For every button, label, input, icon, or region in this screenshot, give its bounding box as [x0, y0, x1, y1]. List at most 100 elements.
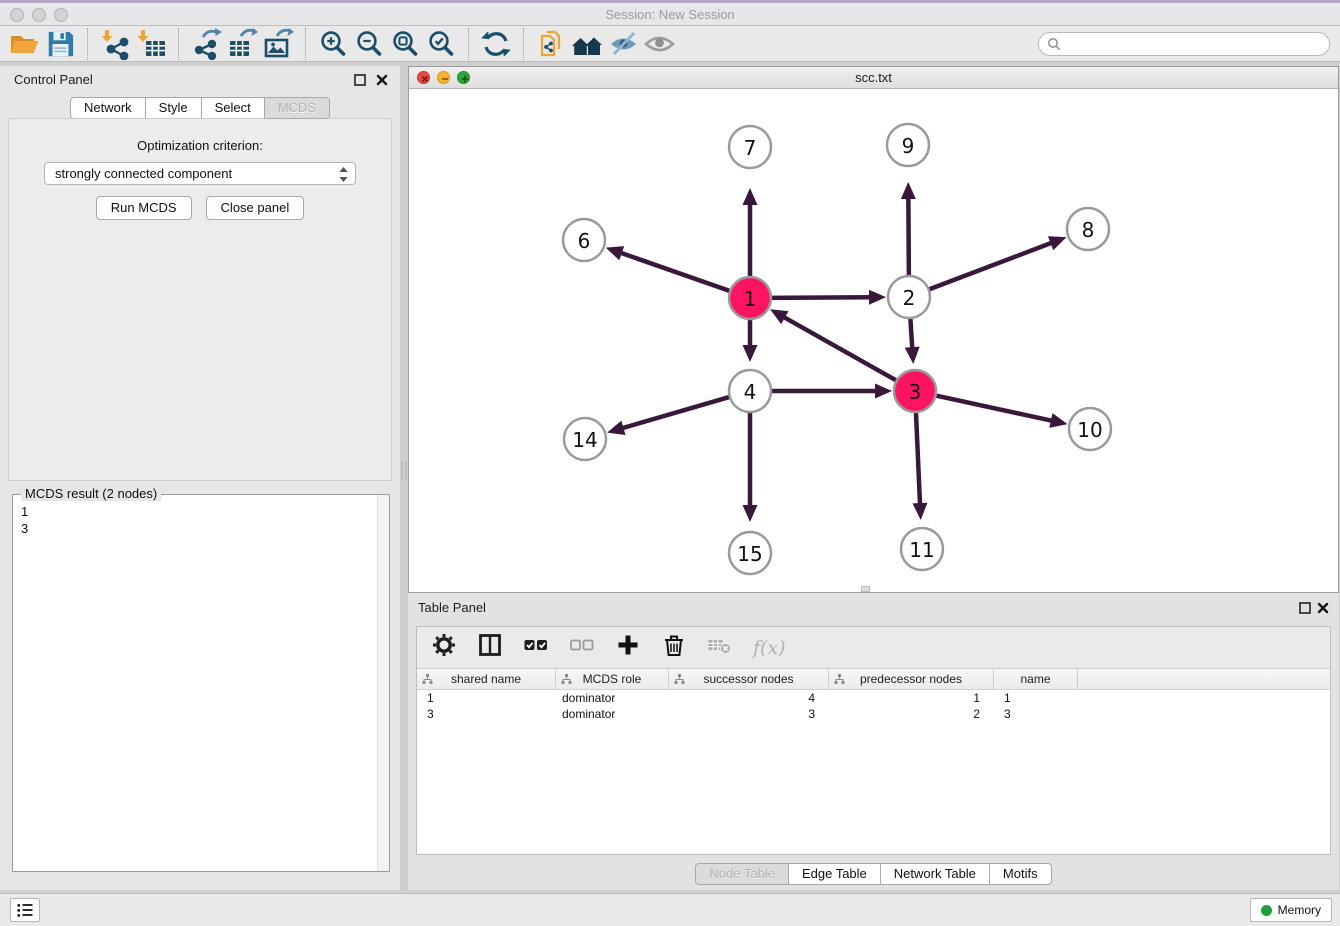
graph-node-label: 11	[909, 538, 934, 562]
column-header-predecessor-nodes[interactable]: predecessor nodes	[829, 669, 994, 689]
zoom-selected-icon[interactable]	[423, 28, 459, 60]
task-history-button[interactable]	[10, 898, 40, 922]
float-table-panel-icon[interactable]	[1299, 601, 1311, 613]
float-panel-icon[interactable]	[354, 73, 366, 85]
hide-selected-icon[interactable]	[605, 28, 641, 60]
add-row-icon[interactable]	[615, 632, 641, 663]
refresh-icon[interactable]	[478, 28, 514, 60]
tab-node-table[interactable]: Node Table	[695, 863, 789, 885]
graph-node-label: 4	[744, 380, 757, 404]
tab-style[interactable]: Style	[145, 97, 202, 119]
cell-name[interactable]: 3	[994, 706, 1078, 722]
export-network-icon[interactable]	[188, 28, 224, 60]
cell-predecessor-nodes[interactable]: 2	[829, 706, 994, 722]
graph-edge[interactable]	[621, 396, 731, 428]
column-header-mcds-role[interactable]: MCDS role	[556, 669, 669, 689]
network-canvas[interactable]: 1234678910111415	[409, 90, 1338, 592]
graph-edge[interactable]	[934, 395, 1053, 421]
show-all-icon[interactable]	[641, 28, 677, 60]
graph-edge[interactable]	[916, 410, 920, 505]
cell-shared-name[interactable]: 3	[417, 706, 556, 722]
cell-successor-nodes[interactable]: 4	[669, 690, 829, 706]
column-type-icon	[422, 674, 433, 688]
close-table-panel-icon[interactable]	[1317, 601, 1329, 613]
os-titlebar: Session: New Session	[0, 0, 1340, 26]
run-mcds-button[interactable]: Run MCDS	[96, 196, 192, 220]
status-bar: Memory	[0, 893, 1340, 926]
memory-button[interactable]: Memory	[1250, 898, 1332, 922]
optimization-criterion-value: strongly connected component	[55, 166, 232, 181]
select-all-icon[interactable]	[523, 632, 549, 663]
result-scrollbar[interactable]	[377, 495, 389, 871]
column-header-name[interactable]: name	[994, 669, 1078, 689]
network-view-window: scc.txt 1234678910111415	[408, 66, 1339, 593]
column-type-icon	[561, 674, 572, 688]
optimization-criterion-select[interactable]: strongly connected component	[44, 162, 356, 185]
table-row[interactable]: 1 dominator 4 1 1	[417, 690, 1330, 706]
tab-network-table[interactable]: Network Table	[880, 863, 990, 885]
close-panel-icon[interactable]	[376, 73, 388, 85]
network-window-titlebar[interactable]: scc.txt	[409, 67, 1338, 89]
graph-edge-arrowhead	[607, 421, 625, 435]
import-network-icon[interactable]	[97, 28, 133, 60]
graph-edge-arrowhead	[875, 384, 892, 399]
tab-select[interactable]: Select	[201, 97, 265, 119]
graph-node-label: 3	[909, 380, 922, 404]
tab-mcds[interactable]: MCDS	[264, 97, 330, 119]
app-window: Session: New Session	[0, 0, 1340, 926]
cell-successor-nodes[interactable]: 3	[669, 706, 829, 722]
cell-name[interactable]: 1	[994, 690, 1078, 706]
graph[interactable]: 1234678910111415	[409, 90, 1338, 593]
tab-network[interactable]: Network	[70, 97, 146, 119]
delete-row-icon[interactable]	[661, 632, 687, 663]
graph-edge[interactable]	[908, 197, 909, 278]
tab-edge-table[interactable]: Edge Table	[788, 863, 881, 885]
memory-label: Memory	[1278, 903, 1321, 917]
close-panel-button[interactable]: Close panel	[206, 196, 305, 220]
cell-shared-name[interactable]: 1	[417, 690, 556, 706]
save-icon[interactable]	[42, 28, 78, 60]
graph-edge-arrowhead	[869, 290, 886, 305]
column-header-successor-nodes[interactable]: successor nodes	[669, 669, 829, 689]
split-divider-handle[interactable]	[401, 462, 407, 480]
column-header-shared-name[interactable]: shared name	[417, 669, 556, 689]
graph-edge[interactable]	[769, 297, 871, 298]
deselect-all-icon[interactable]	[569, 632, 595, 663]
graph-edge[interactable]	[927, 242, 1053, 290]
network-file-icon[interactable]	[533, 28, 569, 60]
graph-node-label: 1	[744, 287, 757, 311]
optimization-criterion-label: Optimization criterion:	[9, 138, 391, 153]
toolbar-divider	[178, 28, 179, 60]
memory-status-icon	[1261, 905, 1272, 916]
mcds-result-box: MCDS result (2 nodes) 1 3	[12, 494, 390, 872]
search-input[interactable]	[1038, 32, 1330, 56]
control-panel: Control Panel Network Style Select MCDS …	[0, 66, 400, 890]
cell-mcds-role[interactable]: dominator	[556, 706, 669, 722]
import-table-icon[interactable]	[133, 28, 169, 60]
graph-edge[interactable]	[910, 316, 912, 349]
export-table-icon[interactable]	[224, 28, 260, 60]
table-settings-icon[interactable]	[431, 632, 457, 663]
graph-edge-arrowhead	[901, 182, 916, 199]
show-columns-icon[interactable]	[477, 632, 503, 663]
zoom-in-icon[interactable]	[315, 28, 351, 60]
open-file-icon[interactable]	[6, 28, 42, 60]
graph-edge-arrowhead	[905, 347, 920, 364]
graph-node-label: 14	[572, 428, 597, 452]
zoom-out-icon[interactable]	[351, 28, 387, 60]
graph-edge[interactable]	[620, 253, 732, 292]
cell-mcds-role[interactable]: dominator	[556, 690, 669, 706]
export-image-icon[interactable]	[260, 28, 296, 60]
mcds-result-list: 1 3	[13, 495, 389, 537]
search-icon	[1047, 37, 1061, 56]
table-row[interactable]: 3 dominator 3 2 3	[417, 706, 1330, 722]
graph-edge-arrowhead	[743, 505, 758, 522]
zoom-fit-icon[interactable]	[387, 28, 423, 60]
cell-predecessor-nodes[interactable]: 1	[829, 690, 994, 706]
canvas-resize-handle[interactable]	[861, 586, 870, 592]
graph-edge[interactable]	[783, 317, 898, 382]
home-icon[interactable]	[569, 28, 605, 60]
function-builder-icon: f(x)	[753, 637, 786, 659]
table-toolbar: f(x)	[417, 627, 1330, 669]
tab-motifs[interactable]: Motifs	[989, 863, 1052, 885]
